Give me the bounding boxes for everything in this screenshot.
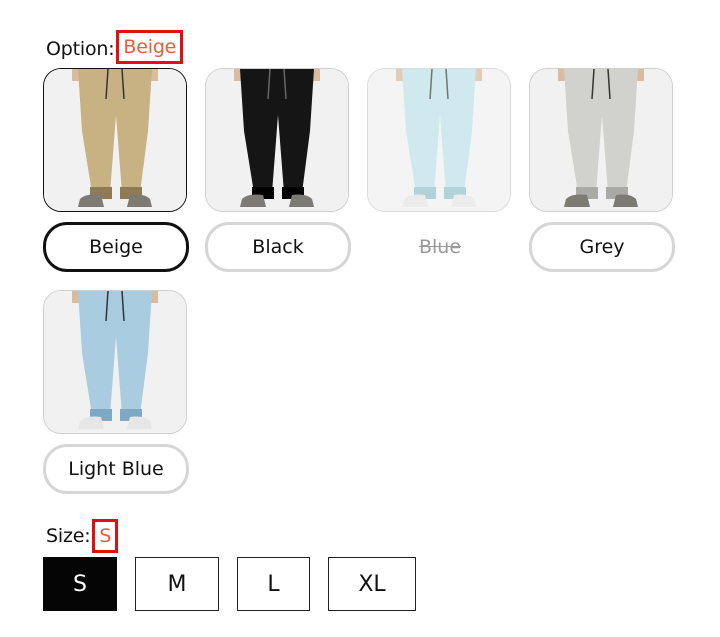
option-selected-value: Beige [116, 30, 184, 64]
pants-image [44, 291, 186, 433]
swatch-light-blue[interactable]: Light Blue [43, 290, 189, 494]
swatch-image-blue[interactable] [367, 68, 511, 212]
swatch-grey[interactable]: Grey [529, 68, 675, 272]
pants-image [206, 69, 348, 211]
size-label-text: Size: [46, 525, 91, 547]
swatch-label-black[interactable]: Black [205, 222, 351, 272]
swatch-label-blue[interactable]: Blue [367, 222, 513, 272]
swatch-black[interactable]: Black [205, 68, 351, 272]
swatch-image-beige[interactable] [43, 68, 187, 212]
swatch-label-grey[interactable]: Grey [529, 222, 675, 272]
swatch-label-light-blue[interactable]: Light Blue [43, 444, 189, 494]
size-selected-value: S [92, 519, 119, 553]
pants-image [44, 69, 186, 211]
size-button-m[interactable]: M [135, 557, 219, 611]
size-button-l[interactable]: L [237, 557, 310, 611]
pants-image [530, 69, 672, 211]
swatch-image-black[interactable] [205, 68, 349, 212]
option-label-text: Option: [46, 38, 115, 60]
option-label: Option: Beige [46, 30, 184, 66]
pants-image [368, 69, 510, 211]
size-button-s[interactable]: S [43, 557, 117, 611]
swatch-blue[interactable]: Blue [367, 68, 513, 272]
swatch-label-beige[interactable]: Beige [43, 222, 189, 272]
swatch-image-grey[interactable] [529, 68, 673, 212]
swatch-image-light-blue[interactable] [43, 290, 187, 434]
size-button-xl[interactable]: XL [328, 557, 416, 611]
size-label: Size: S [46, 519, 119, 553]
swatch-beige[interactable]: Beige [43, 68, 189, 272]
